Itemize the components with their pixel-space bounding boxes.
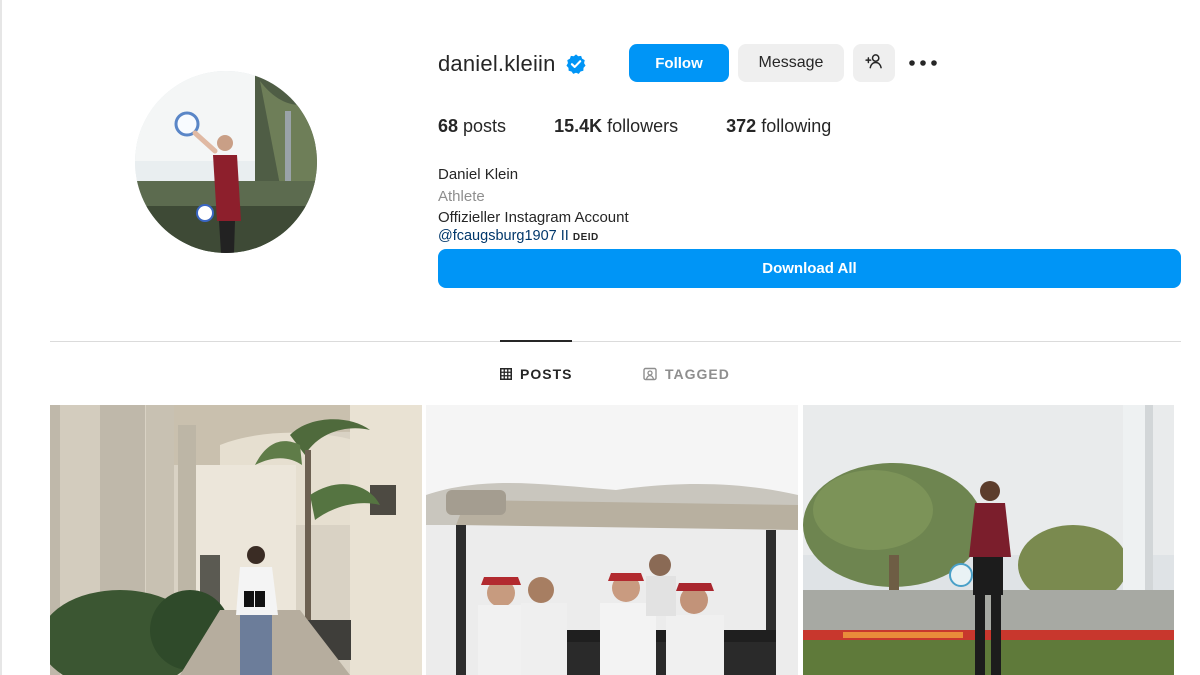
add-user-button[interactable] [853,44,895,82]
avatar-image [135,71,317,253]
bio-mention-line: @fcaugsburg1907 II DEID [438,227,629,245]
add-user-icon [864,51,884,75]
followers-count: 15.4K [554,116,603,136]
download-all-button[interactable]: Download All [438,249,1181,288]
tab-tagged-label: TAGGED [665,366,730,382]
post-golf-cart[interactable] [426,405,798,675]
profile-stats: 68 posts 15.4K followers 372 following [438,116,879,137]
username-row: daniel.kleiin [438,44,587,84]
following-count: 372 [726,116,757,136]
posts-count: 68 [438,116,459,136]
grid-icon [500,368,512,380]
message-button[interactable]: Message [738,44,844,82]
full-name: Daniel Klein [438,166,519,183]
more-options-icon[interactable] [906,50,940,76]
followers-stat[interactable]: 15.4K followers [554,116,678,137]
post-training-field[interactable] [803,405,1174,675]
mention-suffix: II [560,227,569,244]
tab-tagged[interactable]: TAGGED [643,364,730,384]
following-stat[interactable]: 372 following [726,116,831,137]
tab-posts-label: POSTS [520,366,573,382]
page-left-border [0,0,2,675]
mention-small-text: DEID [572,231,599,243]
tabs-divider [50,341,1181,342]
post-image [426,405,798,675]
category-label: Athlete [438,187,485,205]
following-label: following [761,116,832,136]
username[interactable]: daniel.kleiin [438,51,556,77]
posts-label: posts [463,116,507,136]
post-colonnade[interactable] [50,405,422,675]
followers-label: followers [607,116,679,136]
verified-badge-icon [565,53,587,75]
follow-button[interactable]: Follow [629,44,729,82]
post-image [50,405,422,675]
tagged-icon [643,367,657,381]
posts-stat: 68 posts [438,116,506,137]
bio-description: Offizieller Instagram Account [438,209,629,226]
post-image [803,405,1174,675]
active-tab-indicator [500,340,572,342]
profile-bio: Daniel Klein Athlete Offizieller Instagr… [438,164,629,245]
club-mention-link[interactable]: @fcaugsburg1907 [438,228,557,244]
avatar[interactable] [135,71,317,253]
tab-posts[interactable]: POSTS [500,364,572,384]
